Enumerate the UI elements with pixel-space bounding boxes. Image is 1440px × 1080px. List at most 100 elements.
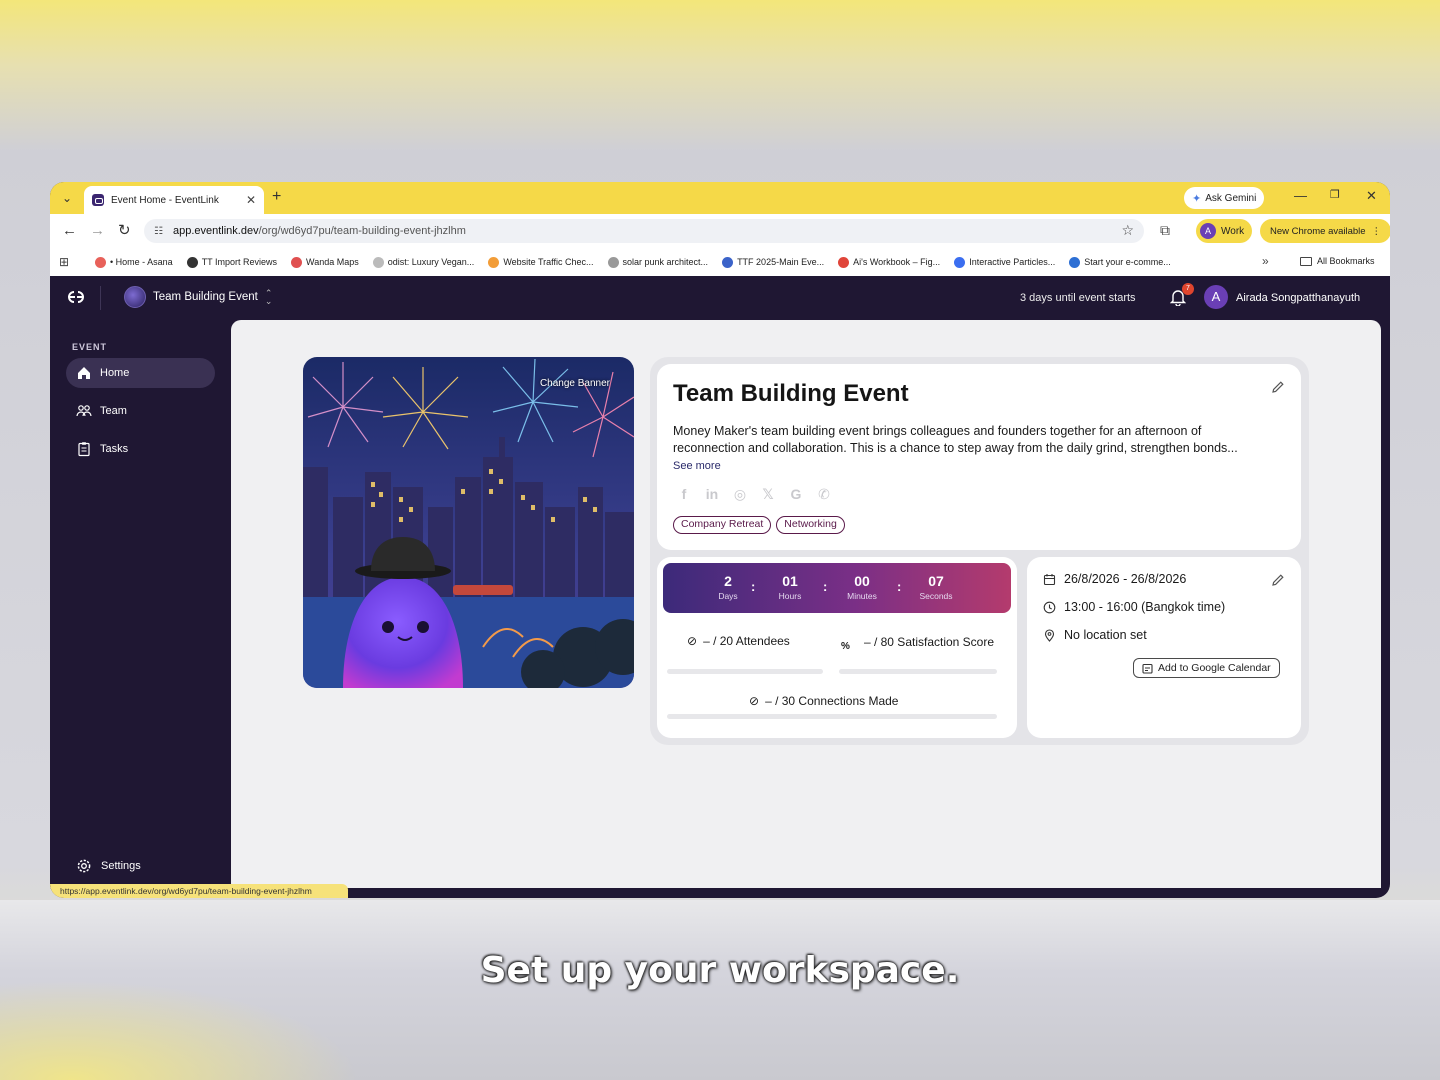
sidebar-item-tasks[interactable]: Tasks bbox=[66, 434, 215, 464]
x-icon[interactable]: 𝕏 bbox=[757, 483, 779, 505]
backdrop-glow bbox=[0, 980, 360, 1080]
bookmark-label: Start your e-comme... bbox=[1084, 257, 1171, 267]
google-icon[interactable]: G bbox=[785, 483, 807, 505]
change-banner-button[interactable]: Change Banner bbox=[540, 378, 610, 389]
back-arrow-icon[interactable]: ← bbox=[62, 222, 77, 240]
profile-chip[interactable]: A Work bbox=[1196, 219, 1253, 243]
countdown-value: 01 bbox=[782, 573, 798, 589]
countdown-timer: 2 Days : 01 Hours : 00 Minutes : 07 Seco… bbox=[663, 563, 1011, 613]
eventlink-favicon-icon bbox=[92, 194, 104, 206]
minimize-icon[interactable]: — bbox=[1294, 188, 1307, 203]
whatsapp-icon[interactable]: ✆ bbox=[813, 483, 835, 505]
satisfaction-progress-bar bbox=[839, 669, 997, 674]
bookmark-label: TTF 2025-Main Eve... bbox=[737, 257, 825, 267]
event-details-panel: Team Building Event Money Maker's team b… bbox=[650, 357, 1309, 745]
linkedin-icon[interactable]: in bbox=[701, 483, 723, 505]
ask-gemini-button[interactable]: ✦ Ask Gemini bbox=[1184, 187, 1265, 209]
site-info-icon[interactable]: ☷ bbox=[154, 226, 163, 237]
app-header: Team Building Event ⌃ ⌄ 3 days until even… bbox=[50, 276, 1390, 320]
eventlink-logo-icon[interactable] bbox=[64, 288, 88, 306]
reload-icon[interactable]: ↻ bbox=[118, 222, 131, 240]
countdown-minutes: 00 Minutes bbox=[832, 573, 892, 601]
forward-arrow-icon[interactable]: → bbox=[90, 222, 105, 240]
status-bar-url: https://app.eventlink.dev/org/wd6yd7pu/t… bbox=[50, 884, 348, 898]
team-icon bbox=[76, 405, 92, 417]
countdown-value: 2 bbox=[724, 573, 732, 589]
update-label: New Chrome available bbox=[1270, 225, 1366, 237]
tag-networking[interactable]: Networking bbox=[776, 516, 845, 534]
chrome-update-button[interactable]: New Chrome available ⋮ bbox=[1260, 219, 1390, 243]
instagram-icon[interactable]: ◎ bbox=[729, 483, 751, 505]
clock-icon bbox=[1043, 601, 1056, 613]
bookmark-item[interactable]: odist: Luxury Vegan... bbox=[372, 256, 474, 268]
gemini-sparkle-icon: ✦ bbox=[1192, 192, 1202, 205]
close-tab-icon[interactable]: ✕ bbox=[246, 193, 256, 207]
tab-event-home[interactable]: Event Home - EventLink ✕ bbox=[84, 186, 264, 214]
main-content: Change Banner Team Building Event Money … bbox=[231, 320, 1381, 888]
bookmark-item[interactable]: TTF 2025-Main Eve... bbox=[722, 256, 825, 268]
all-bookmarks-button[interactable]: All Bookmarks bbox=[1300, 256, 1375, 266]
bookmark-item[interactable]: Interactive Particles... bbox=[954, 256, 1056, 268]
sidebar-item-label: Home bbox=[100, 367, 130, 379]
more-bookmarks-icon[interactable]: » bbox=[1262, 254, 1269, 268]
event-tags: Company Retreat Networking bbox=[673, 516, 845, 534]
new-tab-plus-icon[interactable]: + bbox=[272, 188, 281, 206]
tag-company-retreat[interactable]: Company Retreat bbox=[673, 516, 772, 534]
bookmark-label: Wanda Maps bbox=[306, 257, 359, 267]
apps-grid-icon[interactable]: ⊞ bbox=[59, 255, 75, 269]
countdown-label: Seconds bbox=[919, 591, 953, 601]
tab-search-chevron-icon[interactable]: ⌄ bbox=[58, 189, 76, 207]
bookmark-item[interactable]: • Home - Asana bbox=[95, 256, 173, 268]
bookmark-favicon-icon bbox=[838, 256, 850, 268]
time-row: 13:00 - 16:00 (Bangkok time) bbox=[1043, 600, 1225, 614]
user-name[interactable]: Airada Songpatthanayuth bbox=[1236, 292, 1360, 304]
home-icon bbox=[78, 367, 90, 379]
url-path: /org/wd6yd7pu/team-building-event-jhzlhm bbox=[258, 225, 466, 237]
sidebar-item-home[interactable]: Home bbox=[66, 358, 215, 388]
countdown-separator: : bbox=[823, 579, 828, 594]
event-banner[interactable]: Change Banner bbox=[303, 357, 634, 688]
extensions-puzzle-icon[interactable]: ⧉ bbox=[1160, 222, 1170, 239]
countdown-value: 00 bbox=[854, 573, 870, 589]
edit-schedule-pencil-icon[interactable] bbox=[1271, 573, 1285, 587]
address-bar[interactable]: ☷ app.eventlink.dev/org/wd6yd7pu/team-bu… bbox=[144, 219, 1144, 243]
bookmark-item[interactable]: Website Traffic Chec... bbox=[488, 256, 594, 268]
bookmark-star-icon[interactable]: ☆ bbox=[1121, 222, 1134, 239]
countdown-label: Minutes bbox=[847, 591, 877, 601]
profile-label: Work bbox=[1221, 225, 1245, 237]
bookmark-item[interactable]: Wanda Maps bbox=[291, 256, 359, 268]
attendees-value: – / 20 Attendees bbox=[703, 634, 790, 648]
see-more-link[interactable]: See more bbox=[673, 460, 721, 472]
countdown-value: 07 bbox=[928, 573, 944, 589]
facebook-icon[interactable]: f bbox=[673, 483, 695, 505]
bookmark-label: solar punk architect... bbox=[622, 257, 709, 267]
event-avatar bbox=[124, 286, 146, 308]
restore-icon[interactable]: ❐ bbox=[1330, 188, 1340, 201]
add-to-google-calendar-button[interactable]: Add to Google Calendar bbox=[1133, 658, 1280, 678]
bookmark-favicon-icon bbox=[291, 256, 303, 268]
attendees-progress-bar bbox=[667, 669, 823, 674]
bookmark-item[interactable]: TT Import Reviews bbox=[186, 256, 277, 268]
bookmark-item[interactable]: Start your e-comme... bbox=[1069, 256, 1171, 268]
close-window-icon[interactable]: ✕ bbox=[1366, 188, 1377, 204]
connections-value: – / 30 Connections Made bbox=[765, 694, 899, 708]
sidebar-item-team[interactable]: Team bbox=[66, 396, 215, 426]
satisfaction-value: – / 80 Satisfaction Score bbox=[863, 635, 995, 649]
bookmark-label: • Home - Asana bbox=[110, 257, 173, 267]
event-stats-card: 2 Days : 01 Hours : 00 Minutes : 07 Seco… bbox=[657, 557, 1017, 738]
event-schedule-card: 26/8/2026 - 26/8/2026 13:00 - 16:00 (Ban… bbox=[1027, 557, 1301, 738]
event-switcher[interactable]: Team Building Event ⌃ ⌄ bbox=[124, 286, 272, 308]
sidebar-section-label: EVENT bbox=[72, 342, 108, 352]
browser-toolbar: ← → ↻ ☷ app.eventlink.dev/org/wd6yd7pu/t… bbox=[50, 214, 1390, 248]
social-links: f in ◎ 𝕏 G ✆ bbox=[673, 483, 835, 505]
sidebar-item-settings[interactable]: Settings bbox=[76, 858, 141, 874]
bookmark-item[interactable]: Ai's Workbook – Fig... bbox=[838, 256, 940, 268]
header-divider bbox=[100, 286, 101, 310]
user-avatar[interactable]: A bbox=[1204, 285, 1228, 309]
bookmark-label: Interactive Particles... bbox=[969, 257, 1056, 267]
chevron-up-down-icon: ⌃ ⌄ bbox=[264, 288, 273, 306]
edit-pencil-icon[interactable] bbox=[1271, 380, 1285, 394]
bookmark-item[interactable]: solar punk architect... bbox=[607, 256, 709, 268]
tab-title: Event Home - EventLink bbox=[111, 194, 219, 206]
bookmark-favicon-icon bbox=[722, 256, 734, 268]
